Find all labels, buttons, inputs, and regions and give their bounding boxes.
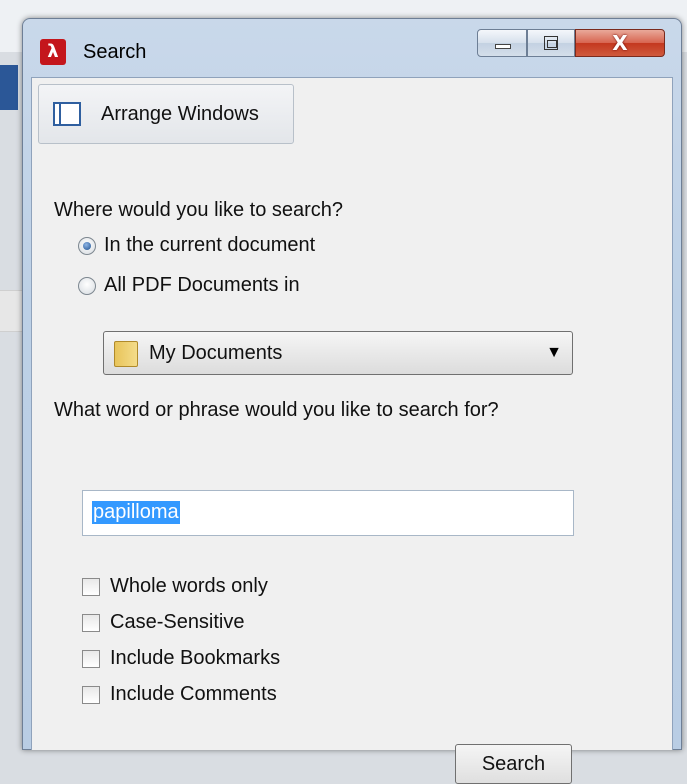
window-title: Search xyxy=(83,41,147,63)
radio-all-pdf-documents-label[interactable]: All PDF Documents in xyxy=(104,274,300,297)
checkbox-whole-words[interactable] xyxy=(82,578,100,596)
arrange-windows-button[interactable]: Arrange Windows xyxy=(38,84,294,144)
checkbox-case-sensitive[interactable] xyxy=(82,614,100,632)
radio-current-document-label[interactable]: In the current document xyxy=(104,234,315,257)
checkbox-include-comments[interactable] xyxy=(82,686,100,704)
minimize-button[interactable] xyxy=(477,29,527,57)
radio-all-pdf-documents[interactable] xyxy=(78,277,96,295)
maximize-button[interactable] xyxy=(527,29,575,57)
folder-dropdown-value: My Documents xyxy=(149,342,283,364)
folder-icon xyxy=(114,341,138,367)
title-bar[interactable]: λ Search X xyxy=(23,19,681,77)
search-input[interactable]: papilloma xyxy=(82,490,574,536)
chevron-down-icon: ▼ xyxy=(546,344,562,361)
arrange-windows-label: Arrange Windows xyxy=(101,103,259,125)
search-panel: Arrange Windows Where would you like to … xyxy=(31,77,673,784)
checkbox-case-sensitive-label[interactable]: Case-Sensitive xyxy=(110,611,245,634)
folder-dropdown[interactable]: My Documents ▼ xyxy=(103,331,573,375)
close-icon: X xyxy=(612,31,628,55)
maximize-icon xyxy=(544,36,558,50)
adobe-reader-icon: λ xyxy=(40,39,66,65)
location-question: Where would you like to search? xyxy=(54,199,344,221)
arrange-windows-icon xyxy=(53,102,81,126)
radio-current-document[interactable] xyxy=(78,237,96,255)
checkbox-include-bookmarks-label[interactable]: Include Bookmarks xyxy=(110,647,280,670)
search-window: λ Search X Arrange Windows Where would y… xyxy=(22,18,682,784)
close-button[interactable]: X xyxy=(575,29,665,57)
search-input-value: papilloma xyxy=(92,501,180,524)
search-button[interactable]: Search xyxy=(455,744,572,784)
checkbox-include-comments-label[interactable]: Include Comments xyxy=(110,683,277,706)
query-question: What word or phrase would you like to se… xyxy=(54,399,499,421)
background-app-ribbon xyxy=(0,65,18,110)
minimize-icon xyxy=(495,44,511,49)
checkbox-whole-words-label[interactable]: Whole words only xyxy=(110,575,268,598)
checkbox-include-bookmarks[interactable] xyxy=(82,650,100,668)
